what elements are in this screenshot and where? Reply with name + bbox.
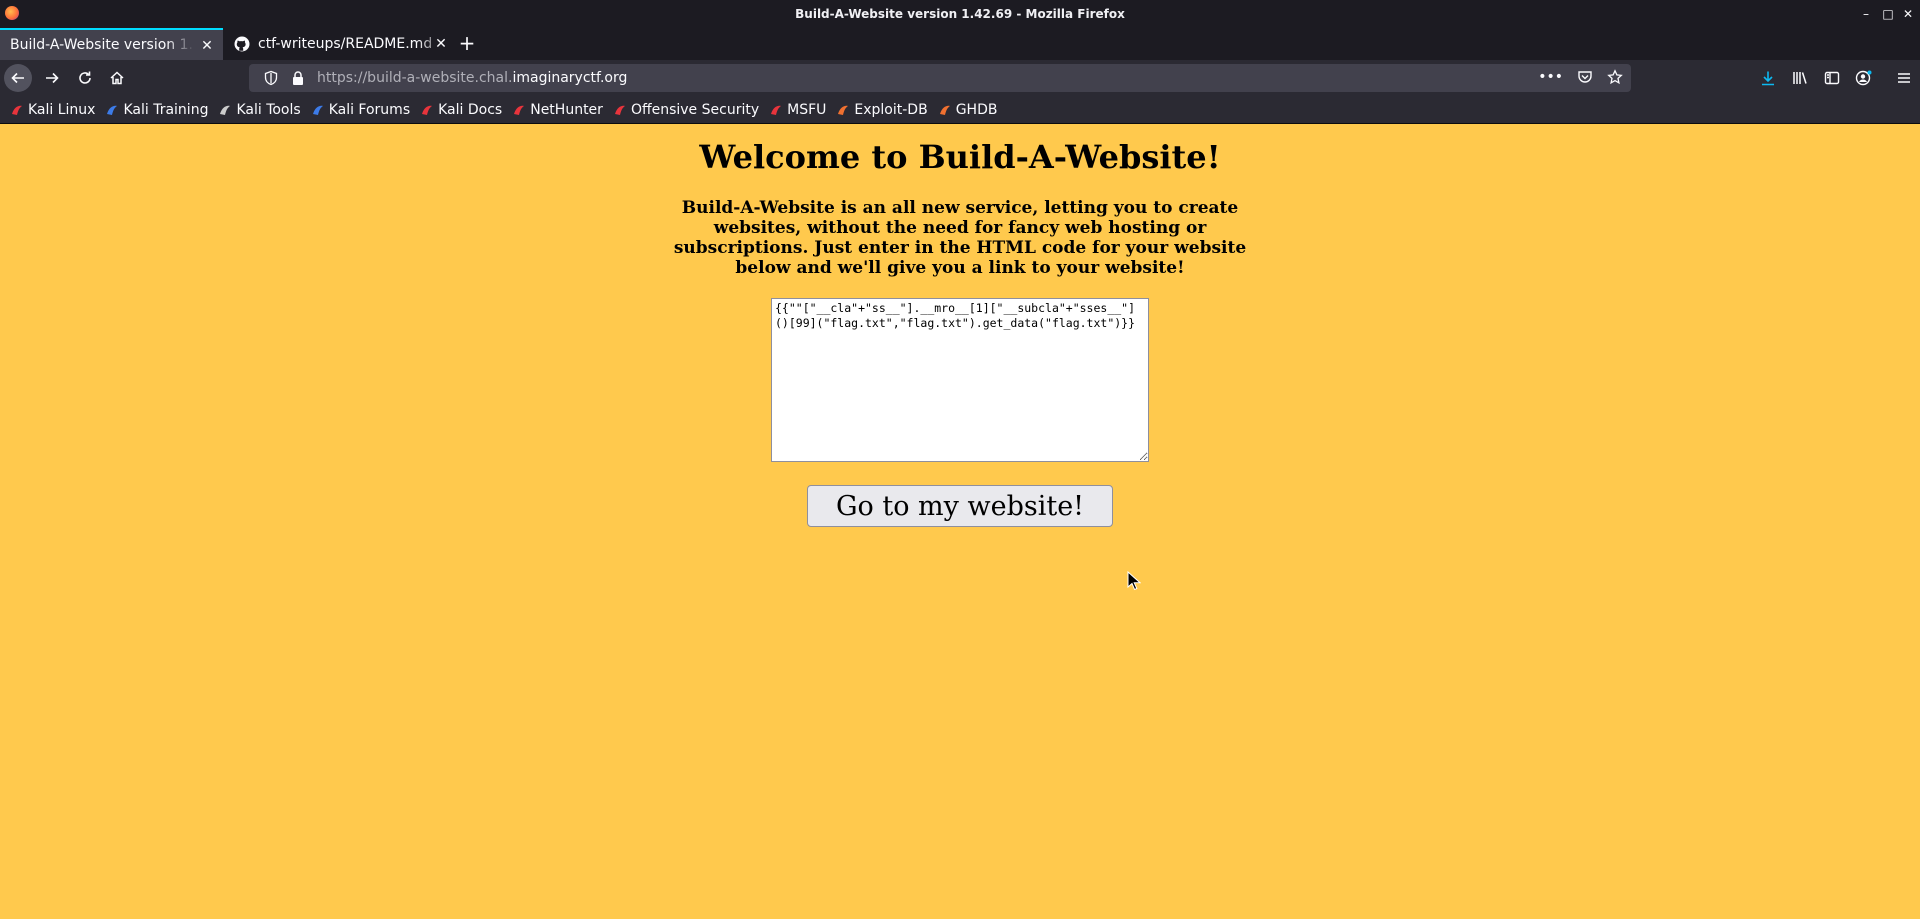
url-actions: •••	[1538, 69, 1623, 85]
downloads-button[interactable]	[1752, 64, 1784, 92]
bookmark-label: Kali Linux	[28, 101, 96, 118]
bookmark-item[interactable]: Kali Training	[105, 102, 208, 118]
minimize-button[interactable]: –	[1856, 5, 1876, 23]
toolbar-right	[1752, 64, 1920, 92]
bookmark-item[interactable]: Kali Tools	[218, 101, 301, 118]
kali-linux-icon	[10, 103, 24, 117]
download-icon	[1762, 71, 1774, 86]
bookmark-label: NetHunter	[530, 101, 603, 118]
bookmark-label: Offensive Security	[630, 101, 760, 118]
tab-ctf-writeups[interactable]: ctf-writeups/README.md ✕	[224, 28, 457, 60]
menu-button[interactable]	[1888, 64, 1920, 92]
forward-button[interactable]	[37, 64, 67, 92]
bookmark-star-icon[interactable]	[1607, 69, 1623, 85]
nethunter-icon	[512, 103, 526, 117]
library-button[interactable]	[1784, 64, 1816, 92]
maximize-button[interactable]: □	[1878, 5, 1898, 23]
sidebar-button[interactable]	[1816, 64, 1848, 92]
lock-icon[interactable]	[291, 70, 305, 86]
window-title: Build-A-Website version 1.42.69 - Mozill…	[795, 7, 1125, 21]
reload-icon	[79, 71, 91, 84]
bookmark-item[interactable]: NetHunter	[512, 102, 603, 118]
sidebar-icon	[1824, 71, 1840, 85]
bookmark-label: Kali Tools	[236, 101, 301, 118]
ghdb-icon	[938, 103, 952, 117]
nav-bar: https://build-a-website.chal.imaginaryct…	[0, 60, 1920, 96]
html-code-input[interactable]	[771, 298, 1149, 462]
github-icon	[234, 36, 250, 52]
bookmark-label: GHDB	[955, 101, 998, 118]
msfu-icon	[769, 103, 783, 117]
bookmark-label: Kali Docs	[438, 101, 503, 118]
bookmark-label: Kali Training	[123, 101, 209, 118]
url-bar[interactable]: https://build-a-website.chal.imaginaryct…	[249, 64, 1631, 92]
page-content: Welcome to Build-A-Website! Build-A-Webs…	[0, 133, 1920, 919]
kali-training-icon	[105, 103, 119, 117]
page-description: Build-A-Website is an all new service, l…	[673, 198, 1247, 278]
offensive-security-icon	[613, 103, 627, 117]
arrow-left-icon	[11, 72, 24, 84]
page-title: Welcome to Build-A-Website!	[699, 138, 1221, 176]
account-icon	[1855, 70, 1872, 86]
arrow-right-icon	[46, 72, 59, 84]
home-button[interactable]	[102, 64, 132, 92]
url-text[interactable]: https://build-a-website.chal.imaginaryct…	[317, 70, 627, 86]
title-bar: Build-A-Website version 1.42.69 - Mozill…	[0, 0, 1920, 28]
url-domain: imaginaryctf.org	[512, 70, 628, 86]
kali-docs-icon	[420, 103, 434, 117]
bookmark-label: MSFU	[787, 101, 827, 118]
bookmarks-toolbar: Kali Linux Kali Training Kali Tools Kali Fo…	[0, 96, 1920, 124]
bookmark-item[interactable]: Offensive Security	[613, 102, 759, 118]
pocket-icon[interactable]	[1577, 69, 1593, 85]
library-icon	[1793, 72, 1807, 84]
shield-icon[interactable]	[263, 70, 279, 86]
kali-tools-icon	[218, 103, 232, 117]
tab-label: Build-A-Website version 1.42.69	[10, 37, 194, 53]
kali-forums-icon	[311, 103, 325, 117]
bookmark-item[interactable]: MSFU	[769, 102, 826, 118]
bookmark-label: Kali Forums	[328, 101, 411, 118]
tab-strip: Build-A-Website version 1.42.69 ✕ ctf-wr…	[0, 28, 1920, 60]
mouse-cursor-icon	[1127, 571, 1141, 591]
hamburger-menu-icon	[1898, 73, 1910, 83]
tab-label: ctf-writeups/README.md	[258, 36, 433, 52]
page-actions-icon[interactable]: •••	[1538, 69, 1563, 85]
home-icon	[110, 71, 124, 85]
bookmark-item[interactable]: Kali Linux	[10, 102, 95, 118]
tab-build-a-website[interactable]: Build-A-Website version 1.42.69 ✕	[0, 28, 223, 60]
bookmark-label: Exploit-DB	[854, 101, 928, 118]
url-prefix: https://build-a-website.chal.	[317, 70, 513, 86]
account-button[interactable]	[1848, 64, 1880, 92]
bookmark-item[interactable]: GHDB	[938, 101, 998, 118]
reload-button[interactable]	[70, 64, 100, 92]
go-to-website-button[interactable]: Go to my website!	[807, 485, 1113, 527]
bookmark-item[interactable]: Kali Forums	[311, 102, 410, 118]
bookmark-item[interactable]: Exploit-DB	[836, 101, 928, 118]
firefox-window: Build-A-Website version 1.42.69 - Mozill…	[0, 0, 1920, 919]
bookmark-item[interactable]: Kali Docs	[420, 102, 502, 118]
close-tab-icon[interactable]: ✕	[199, 38, 215, 54]
close-window-button[interactable]: ✕	[1898, 5, 1918, 23]
close-tab-icon[interactable]: ✕	[433, 36, 449, 52]
exploit-db-icon	[836, 103, 850, 117]
back-button[interactable]	[4, 64, 32, 92]
new-tab-button[interactable]: +	[455, 32, 479, 56]
